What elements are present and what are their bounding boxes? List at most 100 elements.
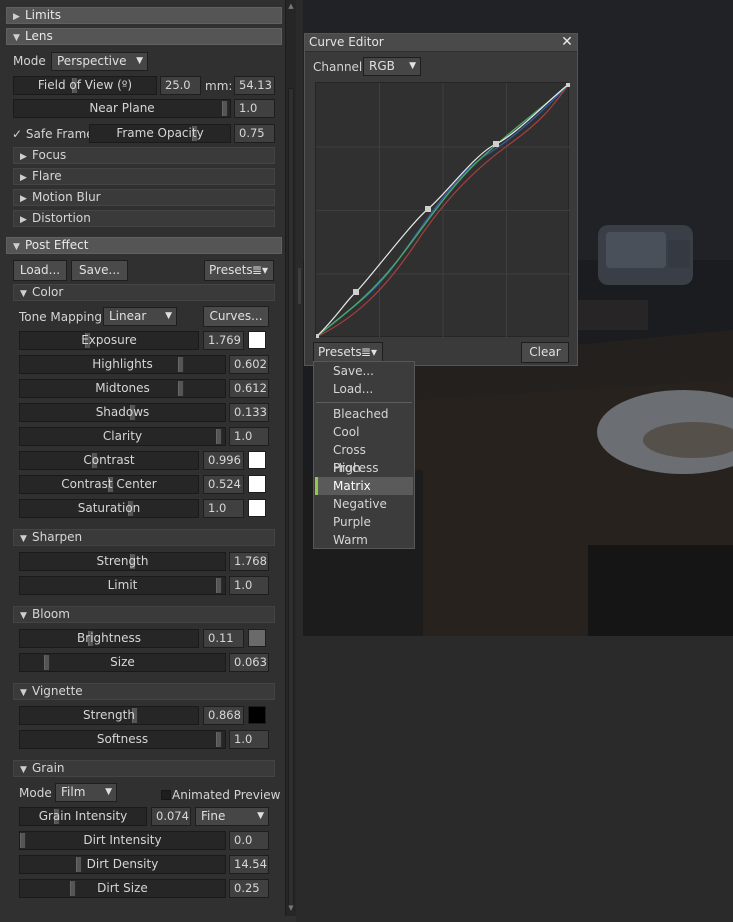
clear-button[interactable]: Clear — [521, 342, 569, 363]
bloom-size-slider[interactable]: Size — [19, 653, 226, 672]
close-icon[interactable]: ✕ — [560, 35, 574, 49]
mm-value-field[interactable]: 54.13 — [234, 76, 275, 95]
shadows-slider[interactable]: Shadows — [19, 403, 226, 422]
curve-point[interactable] — [493, 141, 499, 147]
frame-opacity-slider[interactable]: Frame Opacity — [89, 124, 231, 143]
curves-button[interactable]: Curves... — [203, 306, 269, 327]
near-plane-value-field[interactable]: 1.0 — [234, 99, 275, 118]
subsection-distortion[interactable]: ▶ Distortion — [13, 210, 275, 227]
menu-item-cool[interactable]: Cool — [315, 423, 413, 441]
subsection-flare[interactable]: ▶ Flare — [13, 168, 275, 185]
panel-scrollbar[interactable]: ▲ ▼ — [285, 0, 296, 916]
curve-point[interactable] — [314, 334, 319, 339]
highlights-value-field[interactable]: 0.602 — [229, 355, 269, 374]
scroll-down-icon[interactable]: ▼ — [287, 904, 295, 912]
curve-presets-button[interactable]: Presets ≣▾ — [313, 342, 383, 363]
contrast-center-slider[interactable]: Contrast Center — [19, 475, 199, 494]
subsection-color[interactable]: ▼ Color — [13, 284, 275, 301]
menu-item-purple[interactable]: Purple — [315, 513, 413, 531]
curve-editor-titlebar[interactable]: Curve Editor ✕ — [305, 34, 577, 52]
midtones-value-field[interactable]: 0.612 — [229, 379, 269, 398]
section-post-effect[interactable]: ▼ Post Effect — [6, 237, 282, 254]
animated-preview-checkbox[interactable] — [161, 790, 171, 800]
exposure-slider[interactable]: Exposure — [19, 331, 199, 350]
clarity-slider[interactable]: Clarity — [19, 427, 226, 446]
highlights-slider[interactable]: Highlights — [19, 355, 226, 374]
contrast-color-swatch[interactable] — [248, 451, 266, 469]
sharpen-limit-slider[interactable]: Limit — [19, 576, 226, 595]
exposure-value-field[interactable]: 1.769 — [203, 331, 244, 350]
scroll-thumb[interactable] — [288, 88, 294, 908]
curve-graph[interactable] — [314, 82, 571, 339]
subsection-grain[interactable]: ▼ Grain — [13, 760, 275, 777]
fov-slider[interactable]: Field of View (º) — [13, 76, 157, 95]
menu-item-save[interactable]: Save... — [315, 362, 413, 380]
midtones-slider[interactable]: Midtones — [19, 379, 226, 398]
menu-item-high-contrast[interactable]: High Contrast — [315, 459, 413, 493]
vignette-color-swatch[interactable] — [248, 706, 266, 724]
scroll-up-icon[interactable]: ▲ — [287, 2, 295, 10]
saturation-slider[interactable]: Saturation — [19, 499, 199, 518]
dirt-density-slider[interactable]: Dirt Density — [19, 855, 226, 874]
dirt-size-value-field[interactable]: 0.25 — [229, 879, 269, 898]
bloom-color-swatch[interactable] — [248, 629, 266, 647]
presets-button[interactable]: Presets ≣▾ — [204, 260, 274, 281]
near-plane-slider[interactable]: Near Plane — [13, 99, 231, 118]
channel-dropdown[interactable]: RGB ▼ — [363, 57, 421, 76]
save-button[interactable]: Save... — [71, 260, 128, 281]
load-button[interactable]: Load... — [13, 260, 67, 281]
safe-frame-checkbox[interactable]: ✓ Safe Frame — [12, 125, 94, 143]
exposure-color-swatch[interactable] — [248, 331, 266, 349]
curve-point[interactable] — [566, 82, 571, 87]
grain-mode-dropdown[interactable]: Film ▼ — [55, 783, 117, 802]
sharpen-strength-value-field[interactable]: 1.768 — [229, 552, 269, 571]
vignette-strength-slider[interactable]: Strength — [19, 706, 199, 725]
bloom-brightness-slider[interactable]: Brightness — [19, 629, 199, 648]
menu-item-load[interactable]: Load... — [315, 380, 413, 398]
tone-mapping-dropdown[interactable]: Linear ▼ — [103, 307, 177, 326]
clarity-value-field[interactable]: 1.0 — [229, 427, 269, 446]
section-limits[interactable]: ▶ Limits — [6, 7, 282, 24]
subsection-vignette[interactable]: ▼ Vignette — [13, 683, 275, 700]
section-lens[interactable]: ▼ Lens — [6, 28, 282, 45]
menu-item-negative[interactable]: Negative — [315, 495, 413, 513]
grain-type-dropdown[interactable]: Fine ▼ — [195, 807, 269, 826]
subsection-bloom[interactable]: ▼ Bloom — [13, 606, 275, 623]
lens-mode-dropdown[interactable]: Perspective ▼ — [51, 52, 148, 71]
fov-value-field[interactable]: 25.0 — [160, 76, 201, 95]
vignette-strength-value-field[interactable]: 0.868 — [203, 706, 244, 725]
dirt-intensity-slider[interactable]: Dirt Intensity — [19, 831, 226, 850]
grain-intensity-slider[interactable]: Grain Intensity — [19, 807, 147, 826]
bloom-brightness-value-field[interactable]: 0.11 — [203, 629, 244, 648]
bloom-size-value-field[interactable]: 0.063 — [229, 653, 269, 672]
vignette-softness-value-field[interactable]: 1.0 — [229, 730, 269, 749]
vignette-softness-slider[interactable]: Softness — [19, 730, 226, 749]
curve-graph-canvas[interactable] — [314, 82, 571, 339]
saturation-value-field[interactable]: 1.0 — [203, 499, 244, 518]
menu-item-warm[interactable]: Warm — [315, 531, 413, 549]
sharpen-limit-value-field[interactable]: 1.0 — [229, 576, 269, 595]
frame-opacity-value-field[interactable]: 0.75 — [234, 124, 275, 143]
curve-point[interactable] — [425, 206, 431, 212]
menu-item-bleached[interactable]: Bleached — [315, 405, 413, 423]
contrast-center-value-field[interactable]: 0.524 — [203, 475, 244, 494]
subsection-motion-blur[interactable]: ▶ Motion Blur — [13, 189, 275, 206]
subsection-sharpen[interactable]: ▼ Sharpen — [13, 529, 275, 546]
contrast-center-color-swatch[interactable] — [248, 475, 266, 493]
contrast-value-field[interactable]: 0.996 — [203, 451, 244, 470]
contrast-slider[interactable]: Contrast — [19, 451, 199, 470]
dirt-density-value-field[interactable]: 14.54 — [229, 855, 269, 874]
sharpen-strength-slider[interactable]: Strength — [19, 552, 226, 571]
menu-item-matrix[interactable]: Matrix — [315, 477, 413, 495]
saturation-color-swatch[interactable] — [248, 499, 266, 517]
shadows-value-field[interactable]: 0.133 — [229, 403, 269, 422]
curve-point[interactable] — [353, 289, 359, 295]
subsection-focus[interactable]: ▶ Focus — [13, 147, 275, 164]
splitter[interactable] — [296, 0, 303, 922]
dirt-size-slider[interactable]: Dirt Size — [19, 879, 226, 898]
grain-intensity-value-field[interactable]: 0.074 — [151, 807, 191, 826]
dirt-intensity-value-field[interactable]: 0.0 — [229, 831, 269, 850]
splitter-handle[interactable] — [298, 268, 301, 304]
menu-item-cross-process[interactable]: Cross Process — [315, 441, 413, 475]
menu-separator — [316, 402, 412, 403]
